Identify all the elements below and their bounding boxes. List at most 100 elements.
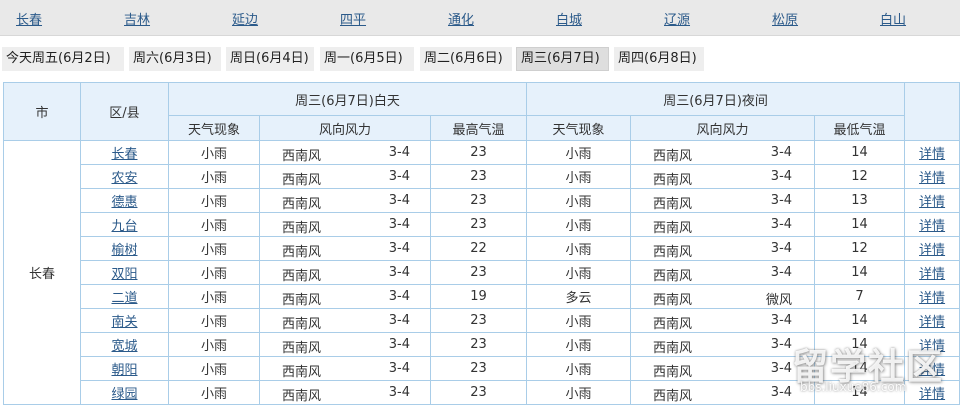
night-wind-direction: 西南风 — [653, 389, 693, 404]
day-wind-direction: 西南风 — [282, 245, 322, 260]
day-wind-cell: 西南风 3-4 — [259, 140, 431, 165]
district-link[interactable]: 绿园 — [111, 387, 137, 402]
night-wind-direction: 西南风 — [653, 317, 693, 332]
night-weather-cell: 小雨 — [526, 356, 632, 381]
district-link[interactable]: 朝阳 — [111, 363, 137, 378]
high-temp-cell: 23 — [429, 140, 528, 165]
night-wind-cell: 西南风 3-4 — [630, 188, 816, 213]
city-link-tonghua[interactable]: 通化 — [448, 9, 474, 28]
detail-link[interactable]: 详情 — [919, 147, 945, 162]
night-weather-cell: 小雨 — [526, 212, 632, 237]
detail-cell: 详情 — [904, 212, 960, 237]
table-row: 农安 小雨 西南风 3-4 23 小雨 西南风 3-4 12 详情 — [4, 164, 960, 189]
high-temp-cell: 23 — [429, 332, 528, 357]
day-wind-power: 3-4 — [388, 145, 410, 160]
detail-cell: 详情 — [904, 284, 960, 309]
detail-link[interactable]: 详情 — [919, 219, 945, 234]
day-wind-cell: 西南风 3-4 — [259, 308, 431, 333]
district-link[interactable]: 长春 — [111, 147, 137, 162]
district-link[interactable]: 二道 — [111, 291, 137, 306]
district-link[interactable]: 宽城 — [111, 339, 137, 354]
low-temp-cell: 12 — [814, 236, 906, 261]
detail-link[interactable]: 详情 — [919, 291, 945, 306]
detail-link[interactable]: 详情 — [919, 387, 945, 402]
detail-link[interactable]: 详情 — [919, 339, 945, 354]
night-wind-cell: 西南风 3-4 — [630, 236, 816, 261]
table-row: 长春 长春 小雨 西南风 3-4 23 小雨 西南风 3-4 14 详情 — [3, 140, 960, 405]
detail-link[interactable]: 详情 — [919, 315, 945, 330]
tab-day-4[interactable]: 周二(6月6日) — [420, 47, 512, 71]
detail-cell: 详情 — [904, 356, 960, 381]
night-wind-direction: 西南风 — [653, 269, 693, 284]
day-wind-power: 3-4 — [388, 193, 410, 208]
day-wind-cell: 西南风 3-4 — [259, 164, 431, 189]
detail-link[interactable]: 详情 — [919, 363, 945, 378]
day-weather-cell: 小雨 — [168, 380, 260, 405]
day-wind-cell: 西南风 3-4 — [259, 236, 431, 261]
day-wind-cell: 西南风 3-4 — [259, 284, 431, 309]
table-row: 二道 小雨 西南风 3-4 19 多云 西南风 微风 7 详情 — [4, 284, 960, 309]
low-temp-cell: 7 — [814, 284, 906, 309]
night-wind-power: 3-4 — [770, 361, 793, 376]
district-link[interactable]: 双阳 — [111, 267, 137, 282]
low-temp-cell: 14 — [814, 380, 906, 405]
tab-day-5[interactable]: 周三(6月7日) — [516, 47, 609, 71]
day-wind-direction: 西南风 — [282, 149, 322, 164]
low-temp-cell: 12 — [814, 164, 906, 189]
city-link-songyuan[interactable]: 松原 — [772, 9, 798, 28]
district-cell: 宽城 — [80, 332, 169, 357]
day-weather-cell: 小雨 — [168, 284, 260, 309]
night-weather-cell: 小雨 — [526, 164, 632, 189]
detail-link[interactable]: 详情 — [919, 195, 945, 210]
district-cell: 双阳 — [80, 260, 169, 285]
day-wind-power: 3-4 — [388, 217, 410, 232]
header-low-temp: 最低气温 — [814, 115, 906, 141]
night-wind-cell: 西南风 3-4 — [630, 332, 816, 357]
city-link-baishan[interactable]: 白山 — [880, 9, 906, 28]
district-cell: 绿园 — [80, 380, 169, 405]
day-wind-cell: 西南风 3-4 — [259, 332, 431, 357]
night-wind-cell: 西南风 3-4 — [630, 380, 816, 405]
day-wind-direction: 西南风 — [282, 197, 322, 212]
night-wind-cell: 西南风 3-4 — [630, 356, 816, 381]
district-link[interactable]: 农安 — [111, 171, 137, 186]
day-wind-direction: 西南风 — [282, 341, 322, 356]
header-daytime-group: 周三(6月7日)白天 — [167, 82, 528, 116]
detail-link[interactable]: 详情 — [919, 267, 945, 282]
city-link-changchun[interactable]: 长春 — [16, 9, 42, 28]
night-wind-power: 微风 — [766, 293, 793, 308]
district-link[interactable]: 榆树 — [111, 243, 137, 258]
city-link-siping[interactable]: 四平 — [340, 9, 366, 28]
night-wind-cell: 西南风 3-4 — [630, 164, 816, 189]
night-weather-cell: 多云 — [526, 284, 632, 309]
detail-link[interactable]: 详情 — [919, 171, 945, 186]
tab-day-3[interactable]: 周一(6月5日) — [320, 47, 414, 71]
night-wind-power: 3-4 — [770, 193, 793, 208]
low-temp-cell: 14 — [814, 260, 906, 285]
night-weather-cell: 小雨 — [526, 140, 632, 165]
tab-day-6[interactable]: 周四(6月8日) — [614, 47, 704, 71]
day-wind-power: 3-4 — [388, 289, 410, 304]
high-temp-cell: 23 — [429, 164, 528, 189]
high-temp-cell: 19 — [429, 284, 528, 309]
city-link-jilin[interactable]: 吉林 — [124, 9, 150, 28]
district-link[interactable]: 九台 — [111, 219, 137, 234]
district-link[interactable]: 德惠 — [111, 195, 137, 210]
district-cell: 二道 — [80, 284, 169, 309]
night-wind-power: 3-4 — [770, 313, 793, 328]
city-link-baicheng[interactable]: 白城 — [556, 9, 582, 28]
day-wind-direction: 西南风 — [282, 293, 322, 308]
day-wind-cell: 西南风 3-4 — [259, 212, 431, 237]
high-temp-cell: 22 — [429, 236, 528, 261]
city-link-liaoyuan[interactable]: 辽源 — [664, 9, 690, 28]
detail-cell: 详情 — [904, 164, 960, 189]
night-wind-power: 3-4 — [770, 217, 793, 232]
tab-day-1[interactable]: 周六(6月3日) — [129, 47, 221, 71]
detail-link[interactable]: 详情 — [919, 243, 945, 258]
header-day-weather: 天气现象 — [168, 115, 260, 141]
district-link[interactable]: 南关 — [111, 315, 137, 330]
district-cell: 德惠 — [80, 188, 169, 213]
tab-day-0[interactable]: 今天周五(6月2日) — [2, 47, 124, 71]
city-link-yanbian[interactable]: 延边 — [232, 9, 258, 28]
tab-day-2[interactable]: 周日(6月4日) — [226, 47, 314, 71]
